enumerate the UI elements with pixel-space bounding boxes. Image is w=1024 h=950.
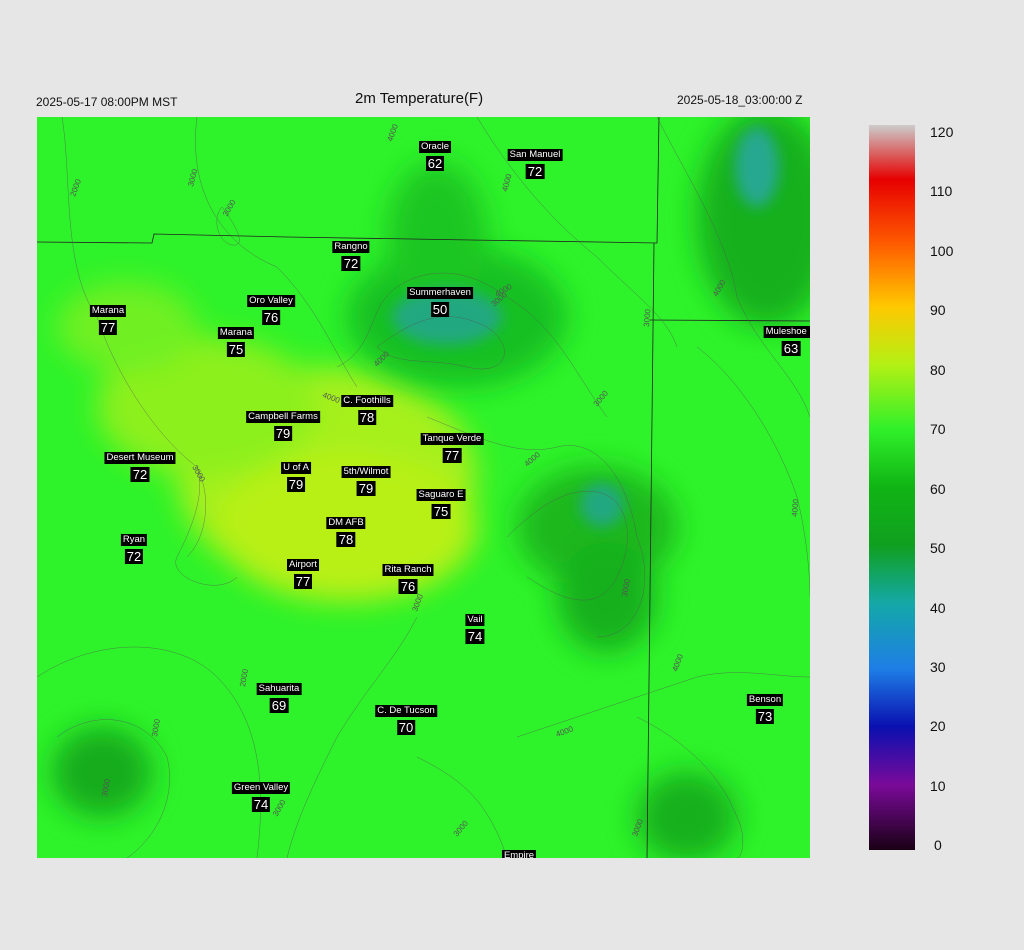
station-marker: Marana 75 xyxy=(217,323,255,358)
station-temperature: 79 xyxy=(286,477,306,492)
station-name: Benson xyxy=(746,694,784,706)
station-temperature: 79 xyxy=(273,426,293,441)
station-name: Green Valley xyxy=(231,782,291,794)
station-name: Muleshoe R xyxy=(763,326,810,338)
station-temperature: 72 xyxy=(124,549,144,564)
colorbar-tick-label: 70 xyxy=(930,421,946,437)
colorbar-tick-label: 10 xyxy=(930,778,946,794)
station-temperature: 79 xyxy=(356,481,376,496)
station-name: Marana xyxy=(89,305,127,317)
station-temperature: 78 xyxy=(336,532,356,547)
station-name: Desert Museum xyxy=(104,452,176,464)
contour-label: 3000 xyxy=(642,308,653,327)
station-marker: Campbell Farms 79 xyxy=(246,407,320,442)
station-temperature: 75 xyxy=(226,342,246,357)
station-marker: Rita Ranch 76 xyxy=(382,560,434,595)
colorbar-tick-label: 80 xyxy=(930,362,946,378)
station-temperature: 78 xyxy=(357,410,377,425)
station-temperature: 70 xyxy=(396,720,416,735)
colorbar-tick-label: 40 xyxy=(930,600,946,616)
station-marker: 5th/Wilmot 79 xyxy=(341,462,391,497)
station-name: Ryan xyxy=(120,534,148,546)
station-temperature: 77 xyxy=(98,320,118,335)
station-name: Oro Valley xyxy=(247,295,295,307)
station-temperature: 50 xyxy=(430,302,450,317)
station-marker: Oracle 62 xyxy=(419,137,451,172)
station-marker: Summerhaven 50 xyxy=(407,283,473,318)
station-name: Vail xyxy=(465,614,485,626)
station-name: Airport xyxy=(287,559,319,571)
station-temperature: 75 xyxy=(431,504,451,519)
station-marker: Sahuarita 69 xyxy=(256,679,302,714)
station-temperature: 72 xyxy=(525,164,545,179)
station-marker: San Manuel 72 xyxy=(507,145,563,180)
colorbar-tick-label: 90 xyxy=(930,302,946,318)
station-marker: Oro Valley 76 xyxy=(247,291,295,326)
station-temperature: 77 xyxy=(293,574,313,589)
station-marker: Saguaro E 75 xyxy=(416,485,466,520)
station-temperature: 72 xyxy=(130,467,150,482)
station-temperature: 72 xyxy=(341,256,361,271)
colorbar-tick-label: 30 xyxy=(930,659,946,675)
station-marker: C. De Tucson 70 xyxy=(375,701,437,736)
station-marker: Muleshoe R 63 xyxy=(763,322,810,357)
temperature-map: 2000 3000 3000 4000 4000 4000 4000 4000 3000 3000… xyxy=(37,117,810,858)
contour-label: 4000 xyxy=(790,498,801,517)
station-temperature: 63 xyxy=(781,341,801,356)
station-name: U of A xyxy=(281,462,311,474)
station-name: Marana xyxy=(217,327,255,339)
station-name: Summerhaven xyxy=(407,287,473,299)
station-marker: Ryan 72 xyxy=(120,530,148,565)
colorbar-tick-label: 120 xyxy=(930,124,954,140)
station-temperature: 74 xyxy=(251,797,271,812)
colorbar xyxy=(869,125,915,850)
station-temperature: 69 xyxy=(269,698,289,713)
station-name: 5th/Wilmot xyxy=(341,466,391,478)
station-name: Empire xyxy=(501,850,537,858)
station-name: Rita Ranch xyxy=(382,564,434,576)
station-marker: Tanque Verde 77 xyxy=(420,429,484,464)
run-time-label: 2025-05-18_03:00:00 Z xyxy=(677,93,803,107)
station-name: Sahuarita xyxy=(256,683,302,695)
station-name: C. Foothills xyxy=(341,395,393,407)
station-marker: Rangno 72 xyxy=(332,237,370,272)
station-marker: Vail 74 xyxy=(465,610,485,645)
station-marker: C. Foothills 78 xyxy=(341,391,393,426)
station-temperature: 74 xyxy=(465,629,485,644)
colorbar-tick-label: 50 xyxy=(930,540,946,556)
station-temperature: 77 xyxy=(442,448,462,463)
station-temperature: 73 xyxy=(755,709,775,724)
station-marker: Benson 73 xyxy=(746,690,784,725)
colorbar-tick-label: 100 xyxy=(930,243,954,259)
station-marker: Desert Museum 72 xyxy=(104,448,176,483)
station-name: San Manuel xyxy=(507,149,563,161)
station-marker: Green Valley 74 xyxy=(231,778,291,813)
colorbar-tick-label: 60 xyxy=(930,481,946,497)
station-name: C. De Tucson xyxy=(375,705,437,717)
station-name: DM AFB xyxy=(326,517,366,529)
station-marker: Airport 77 xyxy=(287,555,319,590)
station-marker: DM AFB 78 xyxy=(326,513,366,548)
colorbar-tick-label: 20 xyxy=(930,718,946,734)
station-name: Saguaro E xyxy=(416,489,466,501)
colorbar-tick-label: 0 xyxy=(934,837,942,853)
station-marker: Empire xyxy=(501,846,537,858)
station-temperature: 76 xyxy=(261,310,281,325)
station-name: Rangno xyxy=(332,241,370,253)
station-name: Tanque Verde xyxy=(420,433,484,445)
map-title: 2m Temperature(F) xyxy=(355,90,484,107)
station-temperature: 62 xyxy=(425,156,445,171)
station-temperature: 76 xyxy=(398,579,418,594)
valid-time-label: 2025-05-17 08:00PM MST xyxy=(36,95,178,109)
colorbar-tick-label: 110 xyxy=(930,183,953,199)
colorbar-gradient xyxy=(869,125,915,850)
station-name: Campbell Farms xyxy=(246,411,320,423)
station-marker: U of A 79 xyxy=(281,458,311,493)
station-name: Oracle xyxy=(419,141,451,153)
station-marker: Marana 77 xyxy=(89,301,127,336)
